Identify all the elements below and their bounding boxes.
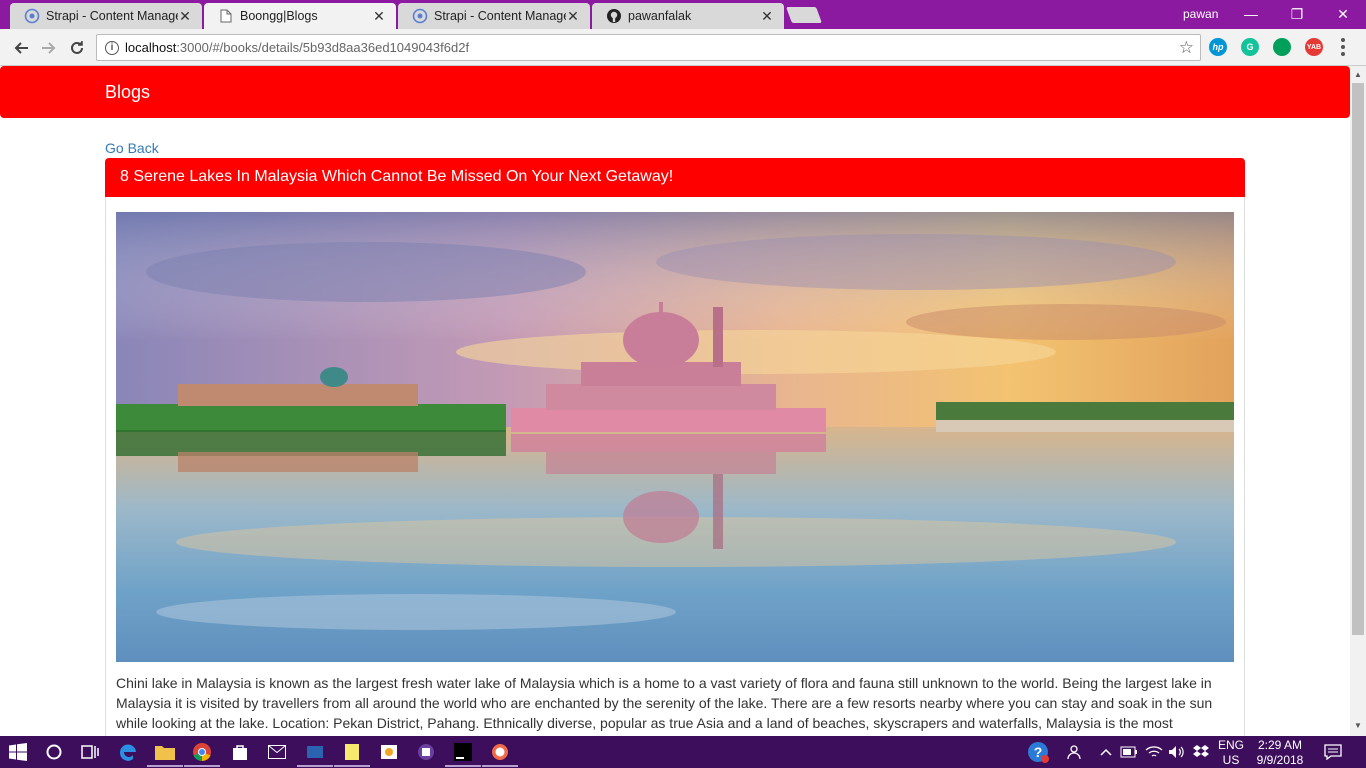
blog-body: Chini lake in Malaysia is known as the l… <box>116 675 1213 731</box>
close-window-icon[interactable]: ✕ <box>1320 3 1366 25</box>
notifications-icon[interactable] <box>1321 740 1345 764</box>
back-arrow-icon[interactable] <box>10 37 32 59</box>
tab-title: pawanfalak <box>628 9 692 23</box>
tab-title: Boongg|Blogs <box>240 9 318 23</box>
site-navbar: Blogs <box>0 66 1350 118</box>
grammarly-icon[interactable]: G <box>1241 38 1259 56</box>
sticky-notes-icon[interactable] <box>334 740 370 767</box>
close-icon[interactable]: ✕ <box>178 9 192 23</box>
help-icon[interactable]: ? <box>1026 740 1050 764</box>
browser-tab-strip: Strapi - Content Manager ✕ Boongg|Blogs … <box>0 0 1366 29</box>
page-icon <box>218 8 234 24</box>
people-icon[interactable] <box>1064 740 1088 764</box>
paint-icon[interactable] <box>377 740 401 764</box>
navbar-brand[interactable]: Blogs <box>105 82 150 103</box>
svg-text:?: ? <box>1034 744 1043 760</box>
clock-date: 9/9/2018 <box>1256 753 1304 767</box>
edge-icon[interactable] <box>116 740 140 764</box>
input-language[interactable]: ENG US <box>1216 738 1246 768</box>
page-scrollbar[interactable]: ▲ ▼ <box>1350 66 1366 736</box>
url-host: localhost <box>125 40 177 55</box>
volume-icon[interactable] <box>1165 740 1189 764</box>
file-explorer-icon[interactable] <box>147 740 183 767</box>
url-path: :3000/#/books/details/5b93d8aa36ed104904… <box>176 40 470 55</box>
bookmark-star-icon[interactable]: ☆ <box>1179 38 1194 58</box>
task-view-icon[interactable] <box>78 740 102 764</box>
strapi-icon <box>24 8 40 24</box>
battery-icon[interactable] <box>1117 740 1141 764</box>
tab-title: Strapi - Content Manager <box>46 9 178 23</box>
close-icon[interactable]: ✕ <box>760 9 774 23</box>
browser-tab-2[interactable]: Boongg|Blogs ✕ <box>204 3 396 29</box>
app-icon-3[interactable] <box>482 740 518 767</box>
chrome-icon[interactable] <box>184 740 220 767</box>
minimize-icon[interactable]: — <box>1228 3 1274 25</box>
windows-taskbar: ? ENG US 2:29 AM 9/9/2018 <box>0 736 1366 768</box>
scroll-up-icon[interactable]: ▲ <box>1354 70 1362 79</box>
chevron-up-icon[interactable] <box>1094 740 1118 764</box>
clock-time: 2:29 AM <box>1257 738 1303 752</box>
blog-hero-image <box>116 212 1234 662</box>
browser-toolbar: i localhost:3000/#/books/details/5b93d8a… <box>0 29 1366 66</box>
new-tab-button[interactable] <box>786 7 822 23</box>
mail-icon[interactable] <box>265 740 289 764</box>
strapi-icon <box>412 8 428 24</box>
go-back-link[interactable]: Go Back <box>105 140 159 156</box>
scroll-down-icon[interactable]: ▼ <box>1354 721 1362 730</box>
address-bar[interactable]: i localhost:3000/#/books/details/5b93d8a… <box>96 34 1201 61</box>
close-icon[interactable]: ✕ <box>372 9 386 23</box>
chrome-menu-icon[interactable] <box>1340 38 1346 56</box>
scrollbar-thumb[interactable] <box>1352 83 1364 635</box>
profile-name[interactable]: pawan <box>1183 7 1218 21</box>
app-icon-1[interactable] <box>297 740 333 767</box>
yab-extension-icon[interactable]: YAB <box>1305 38 1323 56</box>
info-icon[interactable]: i <box>105 40 119 55</box>
tab-title: Strapi - Content Manager <box>434 9 566 23</box>
browser-tab-3[interactable]: Strapi - Content Manager ✕ <box>398 3 590 29</box>
reload-icon[interactable] <box>66 37 88 59</box>
clock[interactable]: 2:29 AM 9/9/2018 <box>1252 738 1308 768</box>
chat-extension-icon[interactable] <box>1273 38 1291 56</box>
browser-tab-4[interactable]: pawanfalak ✕ <box>592 3 784 29</box>
region-code: US <box>1222 753 1240 767</box>
close-icon[interactable]: ✕ <box>566 9 580 23</box>
app-icon-2[interactable] <box>414 740 438 764</box>
github-icon <box>606 8 622 24</box>
wifi-icon[interactable] <box>1142 740 1166 764</box>
cortana-search-icon[interactable] <box>42 740 66 764</box>
browser-tab-1[interactable]: Strapi - Content Manager ✕ <box>10 3 202 29</box>
dropbox-icon[interactable] <box>1189 740 1213 764</box>
blog-panel: 8 Serene Lakes In Malaysia Which Cannot … <box>105 158 1245 736</box>
restore-icon[interactable]: ❐ <box>1274 3 1320 25</box>
hp-extension-icon[interactable]: hp <box>1209 38 1227 56</box>
webstorm-icon[interactable] <box>445 740 481 767</box>
windows-start-icon[interactable] <box>6 740 30 764</box>
forward-arrow-icon[interactable] <box>38 37 60 59</box>
language-code: ENG <box>1217 738 1244 752</box>
store-icon[interactable] <box>228 740 252 764</box>
blog-title: 8 Serene Lakes In Malaysia Which Cannot … <box>105 158 1245 197</box>
page-viewport: Blogs Go Back 8 Serene Lakes In Malaysia… <box>0 66 1350 736</box>
